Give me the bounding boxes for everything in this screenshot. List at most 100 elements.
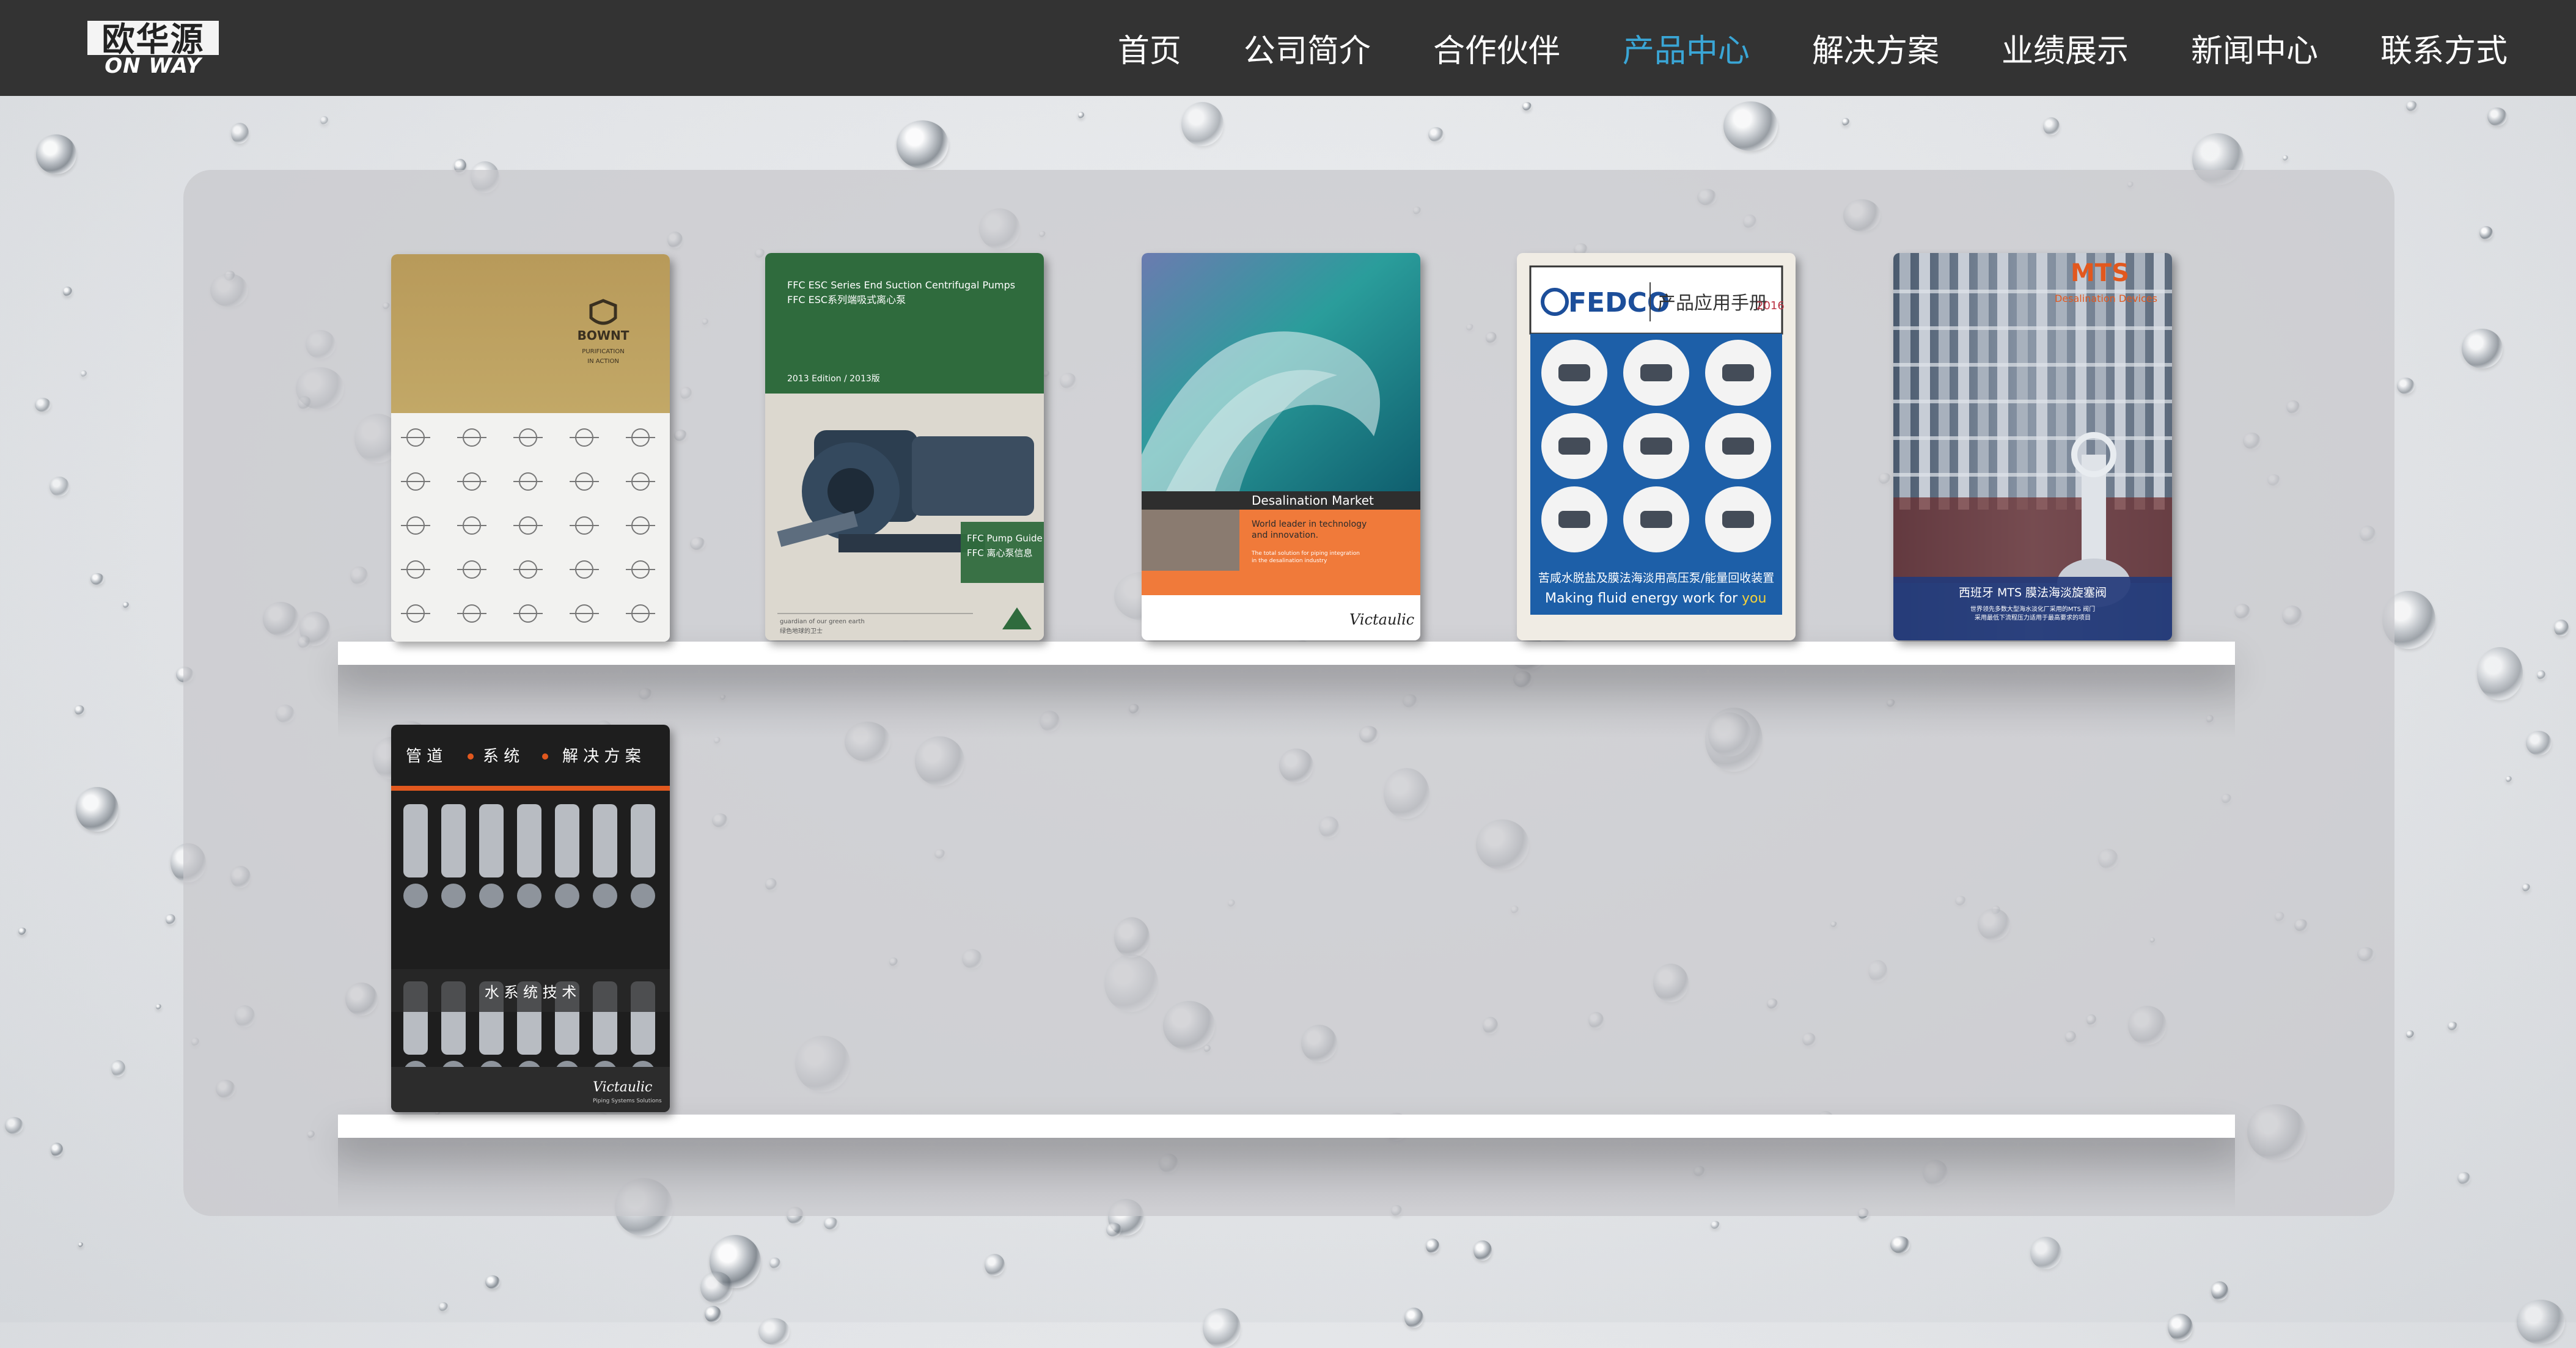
nav-company-profile[interactable]: 公司简介 [1244, 25, 1371, 71]
ffc-guide-cn: FFC 离心泵信息 [967, 548, 1033, 559]
catalog-mts-cover: MTS Desalination Devices 西班牙 MTS 膜法海淡旋塞阀… [1893, 253, 2172, 640]
catalog-mts-valves[interactable]: MTS Desalination Devices 西班牙 MTS 膜法海淡旋塞阀… [1893, 253, 2172, 640]
water-drop [2462, 329, 2503, 369]
water-drop [1106, 1223, 1121, 1237]
water-drop [2447, 1022, 2457, 1030]
piping-top-1: 管 道 [406, 747, 442, 766]
water-drop [51, 1143, 64, 1157]
water-drop [2457, 1171, 2471, 1185]
fedco-en-line: Making fluid energy work for [1545, 591, 1738, 606]
bownt-line2: IN ACTION [587, 358, 619, 365]
nav-achievements[interactable]: 业绩展示 [2002, 25, 2129, 71]
water-drop [769, 1257, 780, 1269]
ffc-footer-cn: 绿色地球的卫士 [780, 627, 823, 635]
water-drop [2537, 670, 2545, 680]
water-drop [2526, 731, 2552, 756]
mts-brand: MTS [2071, 259, 2129, 287]
bownt-line1: PURIFICATION [582, 348, 624, 355]
water-drop [81, 370, 87, 378]
desal-title: Desalination Market [1252, 493, 1374, 508]
nav-product-center[interactable]: 产品中心 [1623, 25, 1750, 71]
water-drop [1078, 112, 1085, 119]
nav-partners[interactable]: 合作伙伴 [1433, 25, 1560, 71]
water-drop [1203, 1308, 1241, 1348]
fedco-title: 产品应用手册 [1657, 293, 1767, 314]
piping-tag: Piping Systems Solutions [593, 1098, 662, 1104]
ffc-title-en: FFC ESC Series End Suction Centrifugal P… [787, 279, 1015, 291]
piping-top-2: 系 统 [483, 747, 519, 766]
piping-brand: Victaulic [593, 1080, 652, 1095]
water-drop [2283, 155, 2288, 161]
ffc-edition: 2013 Edition / 2013版 [787, 374, 880, 384]
top-navigation-bar: 欧华源 ON WAY 首页 公司简介 合作伙伴 产品中心 解决方案 业绩展示 新… [0, 0, 2576, 96]
water-drop [122, 601, 130, 609]
onway-logo[interactable]: 欧华源 ON WAY [87, 20, 219, 77]
water-drop [1404, 1307, 1424, 1328]
catalog-desal-cover: Desalination Market World leader in tech… [1142, 253, 1420, 640]
water-drop [1710, 1221, 1720, 1229]
water-drop [485, 1275, 501, 1289]
logo-chinese-text: 欧华源 [101, 20, 205, 59]
ffc-guide-en: FFC Pump Guide [967, 533, 1043, 544]
water-drop [700, 1272, 733, 1303]
desal-lead-1: World leader in technology [1252, 519, 1367, 529]
water-drop [2397, 377, 2415, 394]
bownt-brand: BOWNT [578, 328, 629, 343]
piping-top-3: 解 决 方 案 [562, 747, 641, 766]
water-drop [705, 1306, 722, 1322]
fedco-en-emph: you [1742, 591, 1766, 606]
catalog-fedco-cover: FEDCO 产品应用手册 2016 苦咸水脱盐及膜法海淡用高压泵/能量回收装置 … [1517, 253, 1796, 640]
water-drop [320, 116, 328, 125]
victaulic-logo-text: Victaulic [1349, 611, 1414, 628]
water-drop [34, 397, 51, 412]
water-drop [75, 705, 85, 715]
catalog-fedco[interactable]: FEDCO 产品应用手册 2016 苦咸水脱盐及膜法海淡用高压泵/能量回收装置 … [1517, 253, 1796, 640]
nav-contact[interactable]: 联系方式 [2380, 25, 2508, 71]
water-drop [1841, 117, 1850, 126]
catalog-bownt[interactable]: BOWNT PURIFICATION IN ACTION [391, 254, 670, 642]
shelf-shadow [338, 1138, 2235, 1211]
water-drop [985, 1253, 1005, 1276]
water-drop [710, 1234, 761, 1288]
water-drop [62, 286, 72, 296]
water-drop [823, 1217, 838, 1230]
desal-sub-2: in the desalination industry [1252, 558, 1327, 564]
water-drop [166, 914, 175, 925]
pump-product-grid [1541, 340, 1771, 552]
water-drop [2487, 107, 2507, 126]
water-drop [1723, 101, 1778, 151]
water-drop [439, 1302, 449, 1312]
water-drop [2406, 100, 2418, 112]
fedco-year: 2016 [1756, 299, 1785, 312]
water-drop [1473, 1240, 1492, 1261]
nav-home[interactable]: 首页 [1118, 25, 1181, 71]
desal-lead-2: and innovation. [1252, 530, 1318, 540]
mts-desc-2: 采用最低下流程压力适用于最高要求的项目 [1975, 614, 2091, 621]
water-drop [35, 134, 77, 174]
water-drop [1522, 101, 1532, 111]
fedco-cn-line: 苦咸水脱盐及膜法海淡用高压泵/能量回收装置 [1538, 571, 1774, 585]
nav-news-center[interactable]: 新闻中心 [2191, 25, 2318, 71]
nav-solutions[interactable]: 解决方案 [1812, 25, 1939, 71]
water-drop [156, 1004, 162, 1009]
catalog-piping-cover: 管 道 系 统 解 决 方 案 水 系 统 技 术 Victaulic Pipi… [391, 725, 670, 1112]
water-drop [4, 1117, 24, 1134]
catalog-bownt-cover: BOWNT PURIFICATION IN ACTION [391, 254, 670, 642]
fedco-brand: FEDCO [1568, 287, 1670, 318]
piping-mid: 水 系 统 技 术 [485, 984, 577, 1001]
mts-sub: Desalination Devices [2055, 293, 2157, 304]
logo-english-text: ON WAY [87, 55, 219, 77]
water-drop [18, 927, 26, 935]
main-nav: 首页 公司简介 合作伙伴 产品中心 解决方案 业绩展示 新闻中心 联系方式 [1055, 0, 2508, 96]
water-drop [1181, 102, 1224, 147]
water-drop [2506, 775, 2512, 783]
catalog-ffc-pumps[interactable]: FFC ESC Series End Suction Centrifugal P… [765, 253, 1044, 640]
catalog-ffc-cover: FFC ESC Series End Suction Centrifugal P… [765, 253, 1044, 640]
water-drop [1428, 127, 1444, 142]
catalog-victaulic-desalination[interactable]: Desalination Market World leader in tech… [1142, 253, 1420, 640]
water-drop [2554, 620, 2569, 636]
water-drop [2211, 1281, 2228, 1301]
water-drop [75, 786, 119, 832]
catalog-victaulic-piping[interactable]: 管 道 系 统 解 决 方 案 水 系 统 技 术 Victaulic Pipi… [391, 725, 670, 1112]
ffc-title-cn: FFC ESC系列端吸式离心泵 [787, 294, 906, 306]
